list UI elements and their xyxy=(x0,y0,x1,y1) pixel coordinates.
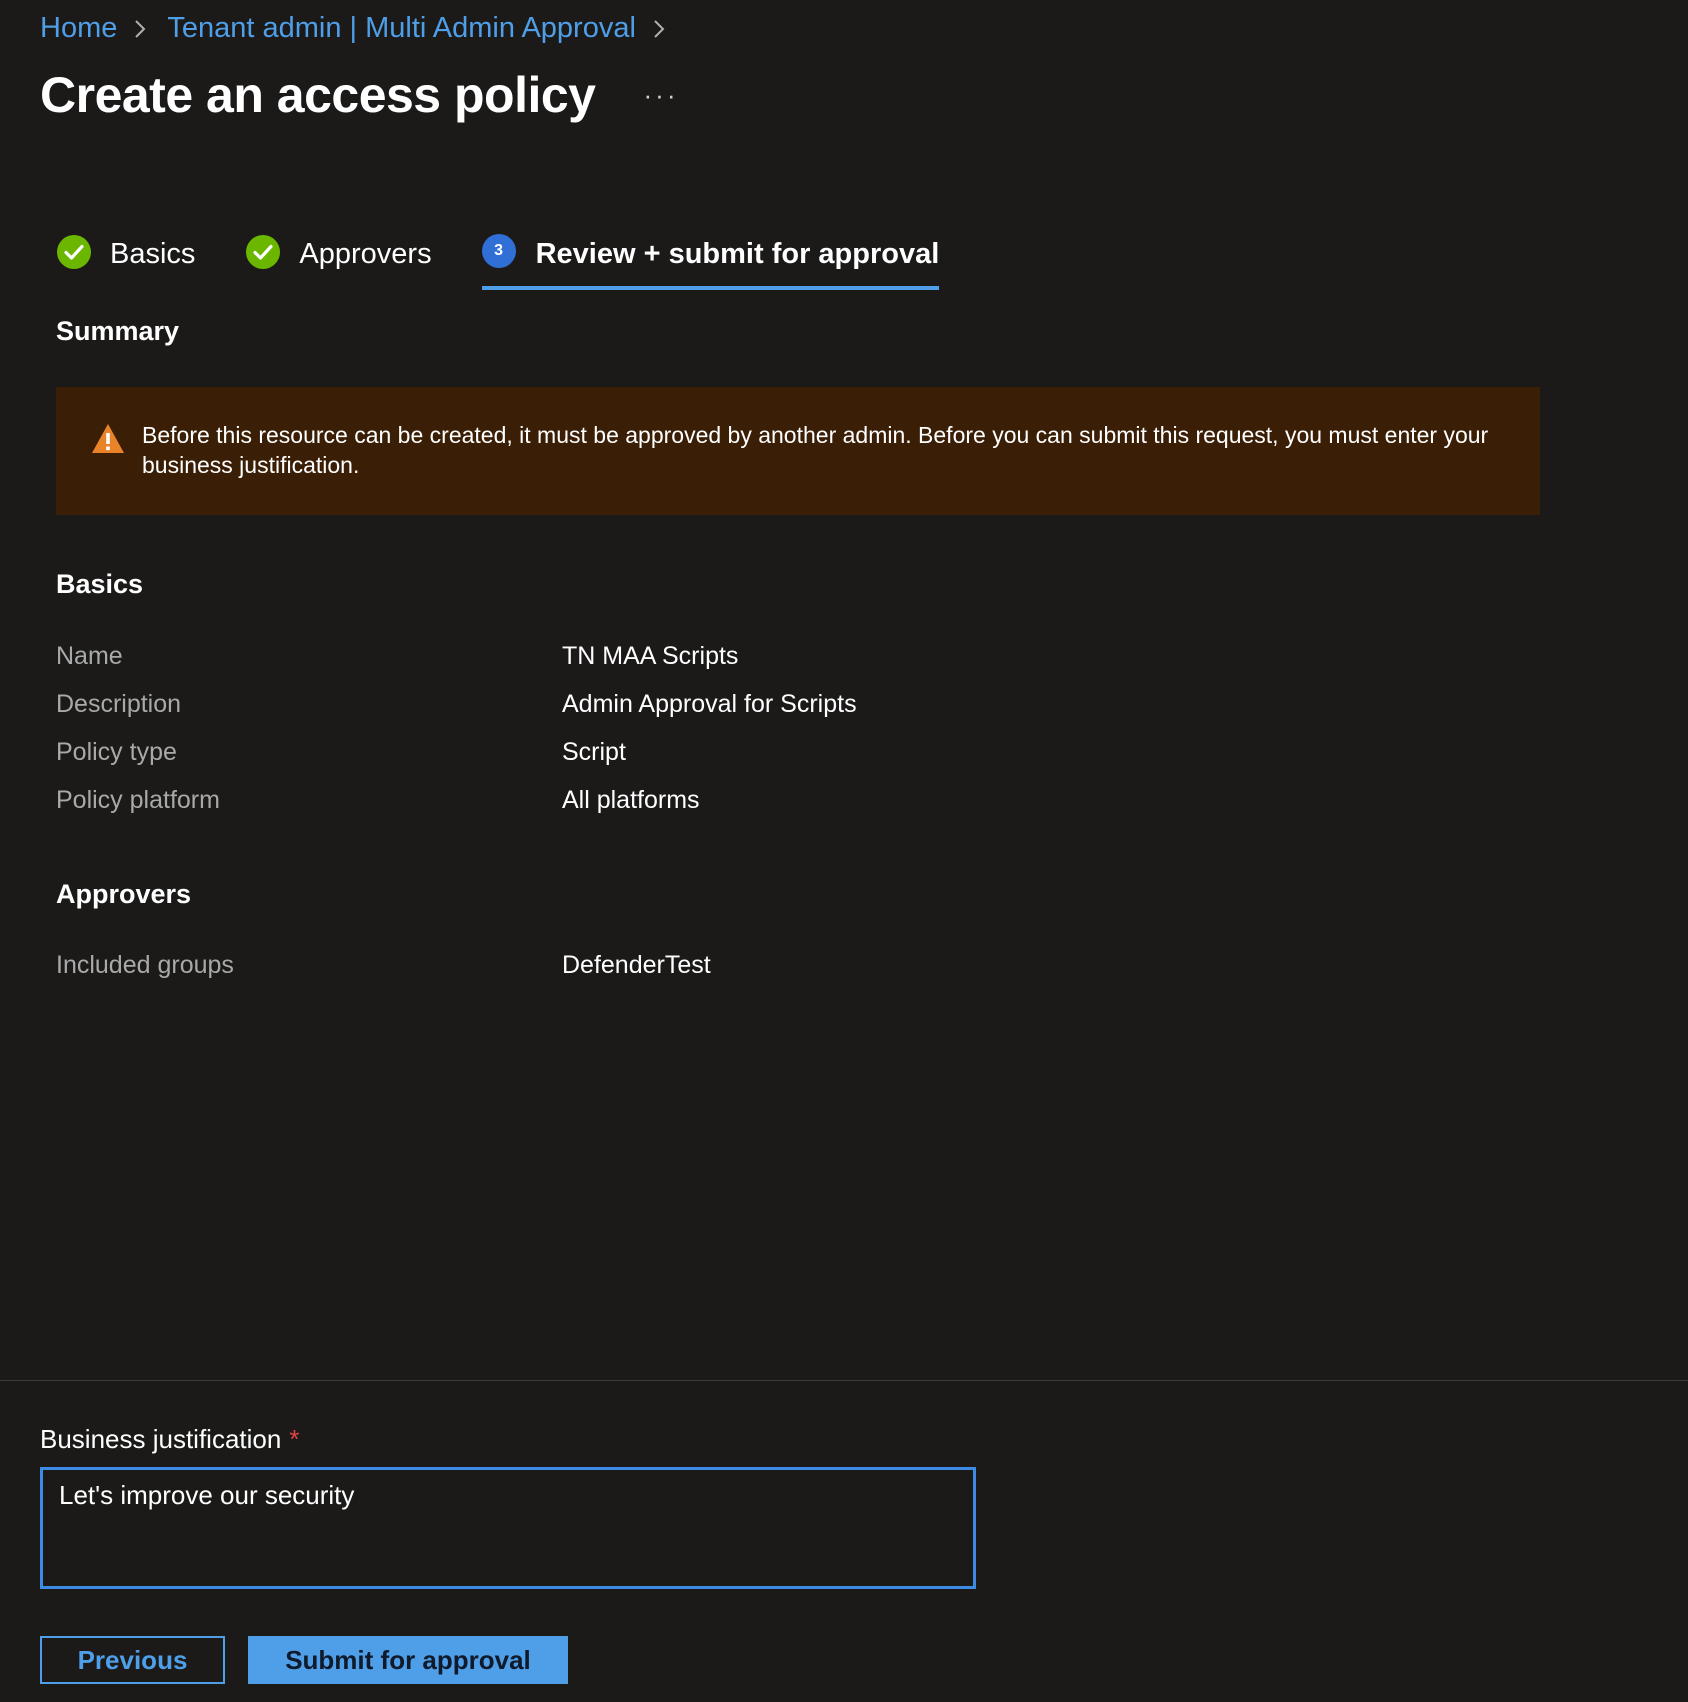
chevron-right-icon xyxy=(133,18,147,40)
detail-row-policy-type: Policy type Script xyxy=(56,738,626,767)
tab-label: Approvers xyxy=(299,238,432,270)
detail-label: Policy platform xyxy=(56,786,220,814)
field-label-text: Business justification xyxy=(40,1424,282,1454)
tab-review-submit[interactable]: 3 Review + submit for approval xyxy=(481,228,940,290)
basics-heading: Basics xyxy=(56,569,144,599)
approvers-heading: Approvers xyxy=(56,879,192,909)
detail-label: Included groups xyxy=(56,951,234,979)
footer-divider xyxy=(0,1380,1688,1381)
title-row: Create an access policy ··· xyxy=(40,66,678,124)
more-options-icon[interactable]: ··· xyxy=(644,80,679,111)
tab-approvers[interactable]: Approvers xyxy=(245,228,432,288)
wizard-tabs: Basics Approvers 3 Review + submit for a… xyxy=(56,228,989,290)
business-justification-label: Business justification * xyxy=(40,1424,299,1455)
business-justification-input[interactable]: Let's improve our security xyxy=(40,1467,976,1589)
detail-value: All platforms xyxy=(562,786,700,814)
page-title: Create an access policy xyxy=(40,67,596,123)
detail-row-policy-platform: Policy platform All platforms xyxy=(56,786,700,815)
check-circle-icon xyxy=(245,234,281,270)
warning-text: Before this resource can be created, it … xyxy=(142,422,1489,478)
tab-basics[interactable]: Basics xyxy=(56,228,195,288)
detail-label: Name xyxy=(56,642,123,670)
chevron-right-icon xyxy=(652,18,666,40)
detail-label: Description xyxy=(56,690,182,718)
check-circle-icon xyxy=(56,234,92,270)
detail-value: Admin Approval for Scripts xyxy=(562,690,857,718)
detail-label: Policy type xyxy=(56,738,177,766)
tab-label: Review + submit for approval xyxy=(535,238,940,270)
step-number: 3 xyxy=(481,234,516,268)
detail-row-name: Name TN MAA Scripts xyxy=(56,642,738,671)
step-number-icon: 3 xyxy=(481,234,518,270)
warning-banner: Before this resource can be created, it … xyxy=(56,387,1540,515)
detail-value: DefenderTest xyxy=(562,951,711,979)
summary-heading: Summary xyxy=(56,316,180,346)
detail-value: Script xyxy=(562,738,626,766)
detail-value: TN MAA Scripts xyxy=(562,642,739,670)
tab-label: Basics xyxy=(110,238,196,270)
warning-icon xyxy=(90,422,126,456)
submit-for-approval-button[interactable]: Submit for approval xyxy=(248,1636,568,1684)
breadcrumb-home-link[interactable]: Home xyxy=(40,12,117,45)
detail-row-included-groups: Included groups DefenderTest xyxy=(56,951,711,980)
breadcrumb: Home Tenant admin | Multi Admin Approval xyxy=(40,12,686,45)
detail-row-description: Description Admin Approval for Scripts xyxy=(56,690,857,719)
breadcrumb-tenant-admin-link[interactable]: Tenant admin | Multi Admin Approval xyxy=(167,12,636,45)
required-mark: * xyxy=(289,1424,300,1454)
previous-button[interactable]: Previous xyxy=(40,1636,225,1684)
